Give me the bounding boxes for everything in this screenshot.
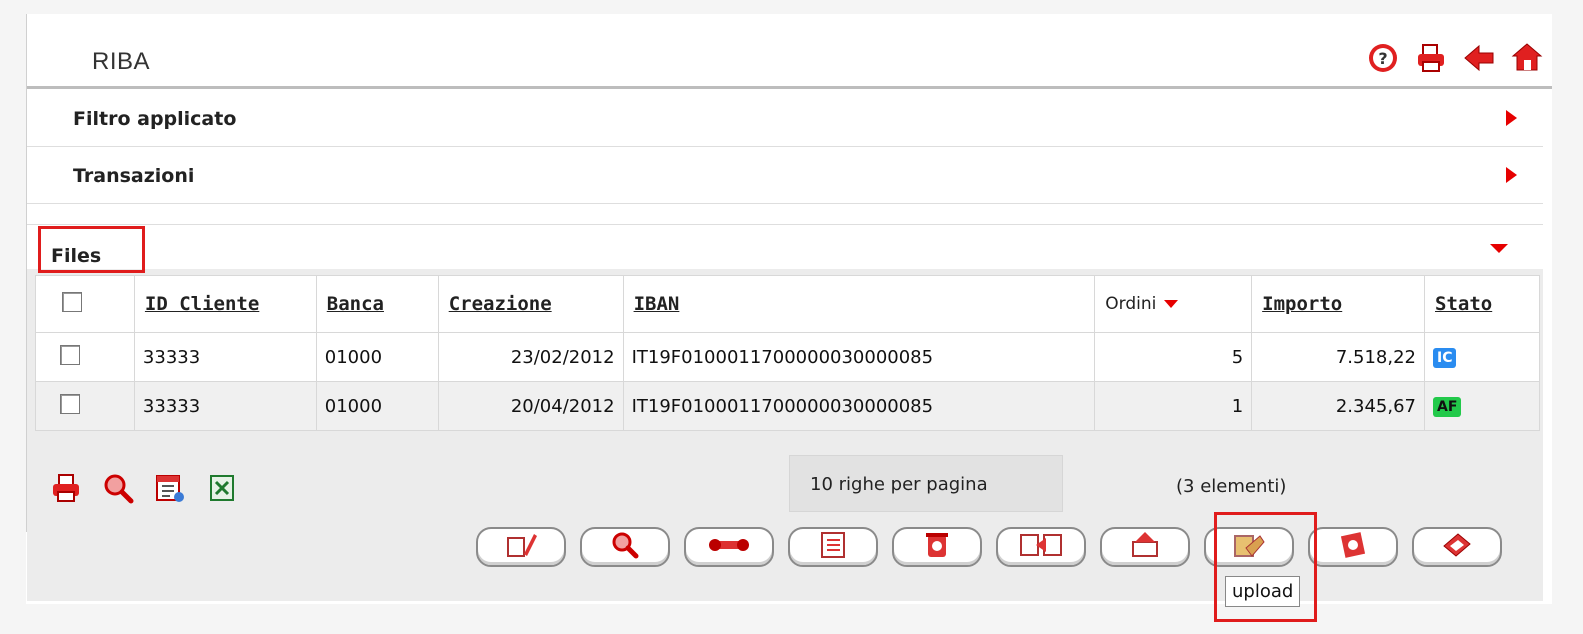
title-divider [27, 86, 1552, 89]
files-highlight-box [38, 226, 145, 273]
column-header-iban[interactable]: IBAN [622, 275, 1096, 333]
rows-per-page[interactable]: 10 righe per pagina [789, 455, 1063, 512]
section-label: Filtro applicato [73, 108, 237, 130]
collapse-arrow-icon[interactable] [1490, 244, 1508, 253]
column-header-id-cliente[interactable]: ID Cliente [133, 275, 317, 333]
search-button[interactable] [580, 527, 670, 567]
transfer-button[interactable] [996, 527, 1086, 567]
section-transazioni[interactable]: Transazioni [27, 147, 1543, 204]
cell-id-cliente: 33333 [133, 381, 317, 431]
svg-text:?: ? [1378, 49, 1387, 68]
cell-ordini: 5 [1094, 332, 1253, 382]
select-all-header [35, 275, 135, 333]
column-header-importo[interactable]: Importo [1251, 275, 1425, 333]
table-tools [50, 472, 238, 508]
cell-creazione: 20/04/2012 [437, 381, 624, 431]
select-all-checkbox[interactable] [62, 291, 82, 312]
zoom-icon[interactable] [102, 472, 134, 508]
cell-iban: IT19F0100011700000030000085 [622, 332, 1096, 382]
cell-creazione: 23/02/2012 [437, 332, 624, 382]
cell-importo: 2.345,67 [1251, 381, 1425, 431]
export-icon [1440, 530, 1474, 564]
table-header-row: ID Cliente Banca Creazione IBAN Ordini I… [35, 275, 1540, 333]
column-header-ordini[interactable]: Ordini [1094, 275, 1253, 333]
document-icon [1338, 530, 1368, 564]
row-select-cell [35, 381, 135, 431]
cell-importo: 7.518,22 [1251, 332, 1425, 382]
help-icon[interactable]: ? [1367, 42, 1399, 78]
status-badge: IC [1433, 348, 1457, 368]
expand-arrow-icon[interactable] [1506, 110, 1517, 126]
files-table: ID Cliente Banca Creazione IBAN Ordini I… [35, 275, 1540, 431]
row-select-cell [35, 332, 135, 382]
cell-iban: IT19F0100011700000030000085 [622, 381, 1096, 431]
action-toolbar [476, 527, 1502, 567]
files-header[interactable]: Files [27, 225, 1543, 269]
print-icon[interactable] [50, 472, 82, 508]
transfer-icon [1019, 532, 1063, 562]
list-icon [818, 530, 848, 564]
items-count: (3 elementi) [1176, 476, 1287, 497]
column-header-stato[interactable]: Stato [1424, 275, 1540, 333]
page-title: RIBA [92, 48, 151, 75]
expand-arrow-icon[interactable] [1506, 167, 1517, 183]
column-header-banca[interactable]: Banca [315, 275, 439, 333]
excel-icon[interactable] [206, 472, 238, 508]
back-icon[interactable] [1463, 42, 1495, 78]
document-button[interactable] [1308, 527, 1398, 567]
upload-tooltip: upload [1225, 576, 1301, 607]
calendar-icon[interactable] [154, 472, 186, 508]
row-checkbox[interactable] [60, 393, 80, 414]
status-badge: AF [1433, 397, 1462, 417]
edit-button[interactable] [476, 527, 566, 567]
search-icon [610, 530, 640, 564]
section-filtro-applicato[interactable]: Filtro applicato [27, 90, 1543, 147]
tools-button[interactable] [684, 527, 774, 567]
send-icon [1129, 530, 1161, 564]
export-button[interactable] [1412, 527, 1502, 567]
home-icon[interactable] [1511, 42, 1543, 78]
send-button[interactable] [1100, 527, 1190, 567]
column-header-creazione[interactable]: Creazione [437, 275, 624, 333]
sort-desc-icon [1164, 300, 1179, 308]
header-toolbar: ? [1367, 42, 1543, 78]
delete-button[interactable] [892, 527, 982, 567]
table-row[interactable]: 33333 01000 23/02/2012 IT19F010001170000… [35, 332, 1540, 382]
row-checkbox[interactable] [60, 344, 80, 365]
list-button[interactable] [788, 527, 878, 567]
tools-icon [709, 533, 749, 561]
cell-ordini: 1 [1094, 381, 1253, 431]
cell-banca: 01000 [315, 332, 439, 382]
cell-stato: AF [1424, 381, 1540, 431]
table-row[interactable]: 33333 01000 20/04/2012 IT19F010001170000… [35, 381, 1540, 431]
cell-stato: IC [1424, 332, 1540, 382]
trash-icon [924, 530, 950, 564]
section-label: Transazioni [73, 165, 195, 187]
column-label: Ordini [1105, 294, 1157, 314]
cell-banca: 01000 [315, 381, 439, 431]
cell-id-cliente: 33333 [133, 332, 317, 382]
print-icon[interactable] [1415, 42, 1447, 78]
edit-icon [504, 530, 538, 564]
